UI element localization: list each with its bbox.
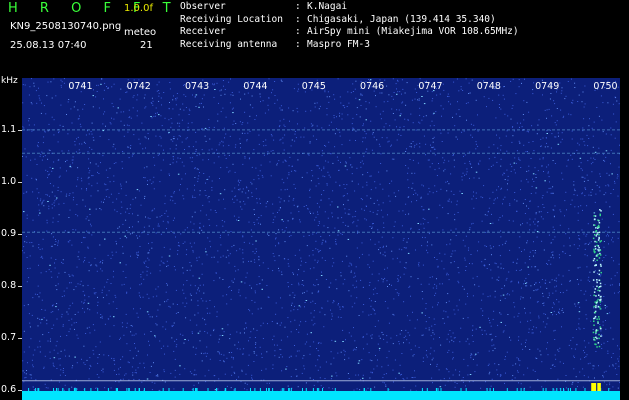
frequency-tick <box>18 129 22 131</box>
datetime-label: 25.08.13 07:40 <box>10 40 87 51</box>
detection-count: 21 <box>140 40 153 51</box>
frequency-tick <box>18 233 22 235</box>
y-axis-unit: kHz <box>1 76 18 86</box>
time-label: 0741 <box>68 81 93 92</box>
time-label: 0749 <box>535 81 560 92</box>
frequency-tick <box>18 285 22 287</box>
spectrogram-canvas <box>22 78 620 400</box>
frequency-label: 1.1 <box>1 123 17 135</box>
filename-label: KN9_2508130740.png <box>10 21 122 32</box>
spectrogram[interactable] <box>22 78 620 400</box>
app-title: H R O F F T <box>8 1 180 16</box>
frequency-label: 0.8 <box>1 279 17 291</box>
frequency-label: 0.6 <box>1 383 17 395</box>
frequency-label: 1.0 <box>1 175 17 187</box>
info-row-observer: Observer: K.Nagai <box>180 1 348 12</box>
time-label: 0748 <box>476 81 501 92</box>
frequency-tick <box>18 389 22 391</box>
time-label: 0747 <box>418 81 443 92</box>
signal-burst <box>592 209 602 348</box>
info-row-receiver: Receiver: AirSpy mini (Miakejima VOR 108.… <box>180 26 519 37</box>
frequency-tick <box>18 337 22 339</box>
observation-info: Observer: K.Nagai Receiving Location: Chig… <box>180 1 519 51</box>
meteo-label: meteo <box>124 27 157 38</box>
baseline-spikes <box>28 383 610 391</box>
time-label: 0750 <box>593 81 618 92</box>
frequency-tick <box>18 181 22 183</box>
frequency-label: 0.7 <box>1 331 17 343</box>
time-label: 0745 <box>301 81 326 92</box>
header-panel: H R O F F T 1.0.0f KN9_2508130740.png me… <box>0 0 629 75</box>
noise-layer <box>22 78 620 400</box>
info-row-location: Receiving Location: Chigasaki, Japan (139… <box>180 13 496 25</box>
time-label: 0743 <box>185 81 210 92</box>
info-row-antenna: Receiving antenna: Maspro FM-3 <box>180 38 370 50</box>
time-label: 0746 <box>360 81 385 92</box>
time-label: 0744 <box>243 81 268 92</box>
version-label: 1.0.0f <box>124 3 153 14</box>
frequency-label: 0.9 <box>1 227 17 239</box>
baseline-bar <box>22 391 620 400</box>
time-label: 0742 <box>126 81 151 92</box>
